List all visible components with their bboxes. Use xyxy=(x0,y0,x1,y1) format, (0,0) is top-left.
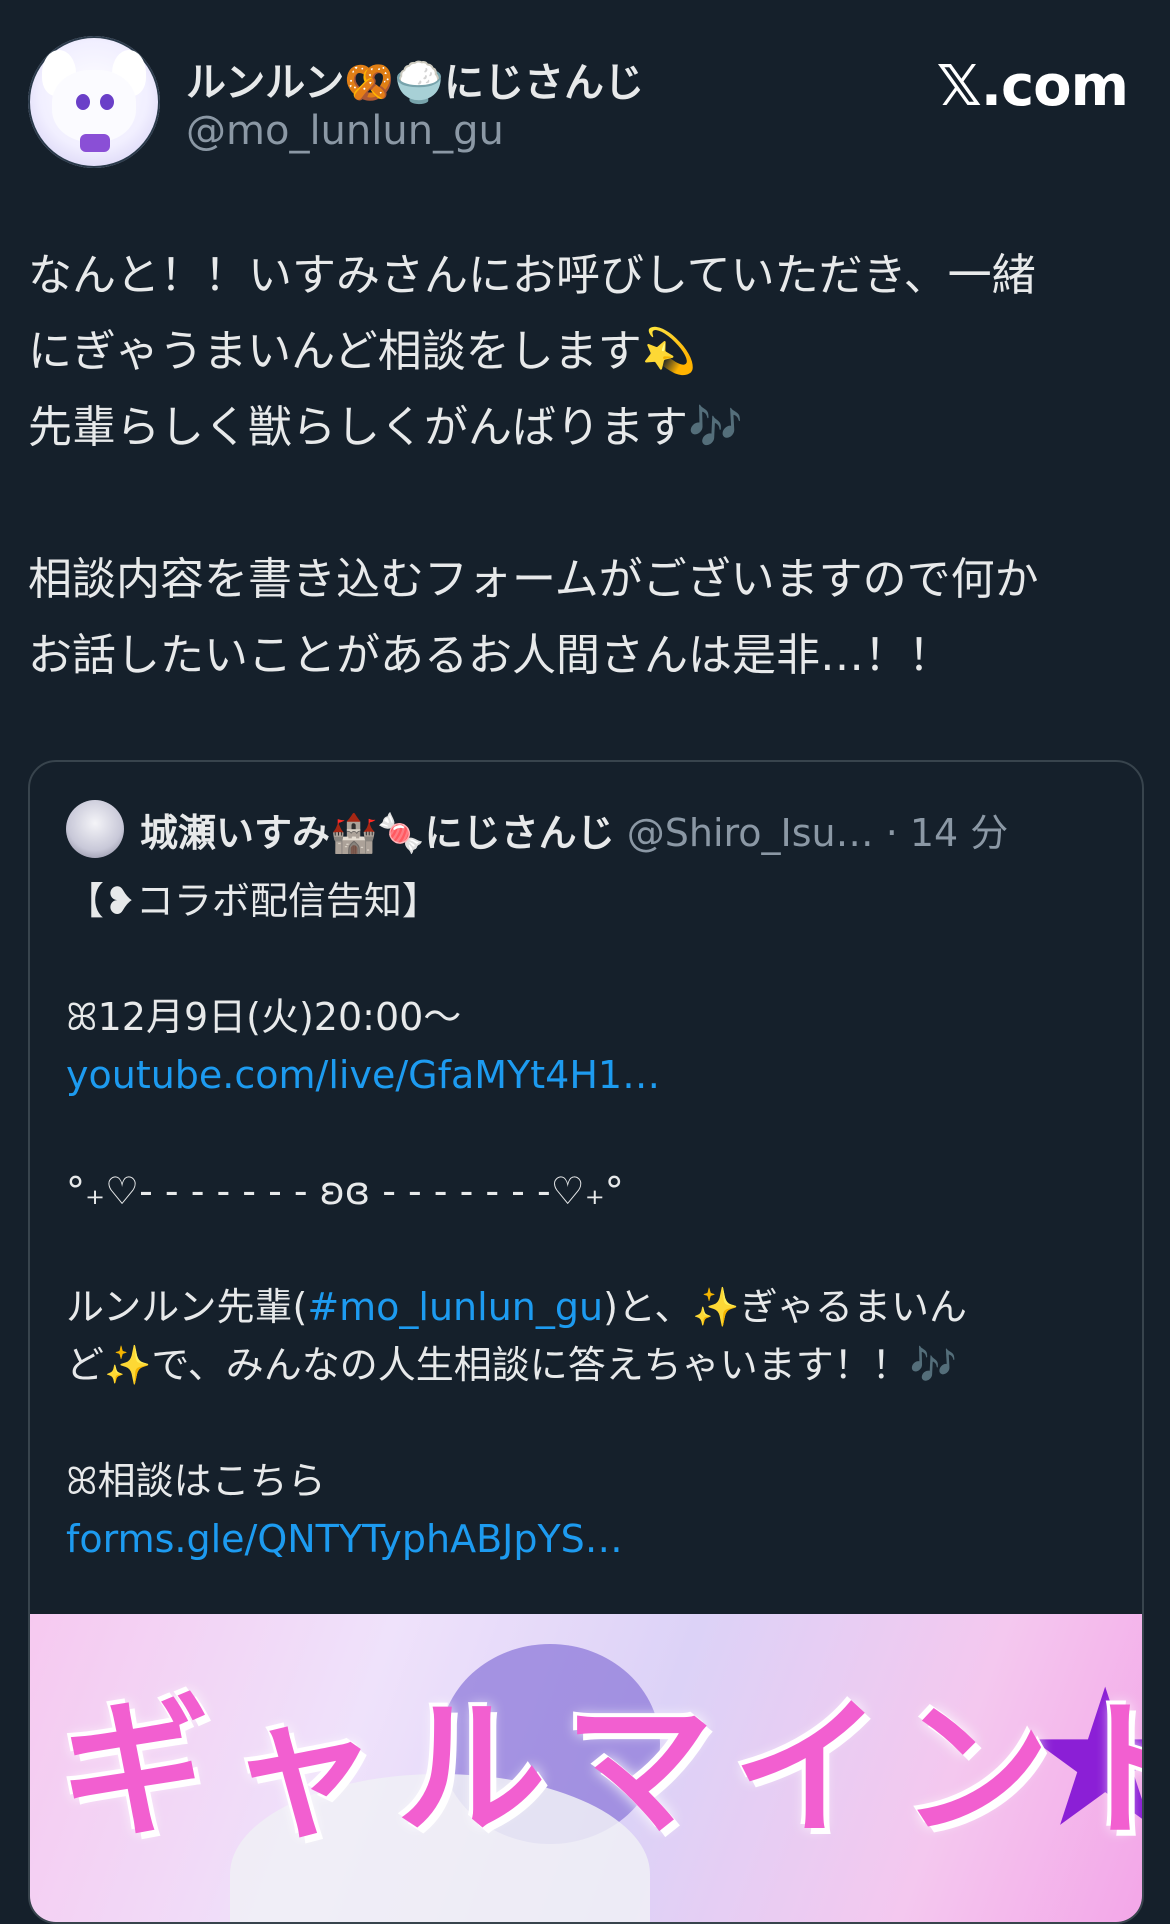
quoted-tweet[interactable]: 城瀬いすみ🏰🍬にじさんじ @Shiro_Isu… · 14 分 【❥コラボ配信告… xyxy=(28,760,1144,1924)
tweet-line: 相談内容を書き込むフォームがございますので何か xyxy=(28,554,1039,605)
quoted-body-line-2: ど✨で、みんなの人生相談に答えちゃいます！！🎶 xyxy=(66,1343,958,1387)
tweet-line: なんと！！いすみさんにお呼びしていただき、一緒 xyxy=(28,250,1036,301)
tweet-text: なんと！！いすみさんにお呼びしていただき、一緒 にぎゃうまいんど相談をします💫 … xyxy=(28,238,1142,694)
author-avatar[interactable] xyxy=(28,36,160,168)
quoted-author-handle[interactable]: @Shiro_Isu… xyxy=(627,811,874,855)
quoted-tweet-time[interactable]: · 14 分 xyxy=(886,811,1009,855)
tweet-header: ルンルン🥨🍚にじさんじ @mo_lunlun_gu 𝕏.com xyxy=(28,36,1142,172)
quoted-author-name[interactable]: 城瀬いすみ🏰🍬にじさんじ xyxy=(140,811,615,855)
quoted-title: 【❥コラボ配信告知】 xyxy=(66,879,440,923)
tweet-line: お話したいことがあるお人間さんは是非…！！ xyxy=(28,630,952,681)
quoted-body-line-1: ルンルン先輩(#mo_lunlun_gu)と、✨ぎゃるまいん xyxy=(66,1278,1106,1336)
tweet-line: 先輩らしく獣らしくがんばります🎶 xyxy=(28,402,743,453)
body-text: ルンルン先輩( xyxy=(66,1285,308,1329)
quoted-author-avatar[interactable] xyxy=(66,800,124,858)
avatar-eye-left xyxy=(76,94,90,110)
avatar-eye-right xyxy=(100,94,114,110)
tweet-line: にぎゃうまいんど相談をします💫 xyxy=(28,326,697,377)
quoted-tweet-body: 【❥コラボ配信告知】 ꕤ12月9日(火)20:00〜 youtube.com/l… xyxy=(66,872,1106,1568)
youtube-link[interactable]: youtube.com/live/GfaMYt4H1… xyxy=(66,1046,1106,1104)
body-text: )と、✨ぎゃるまいん xyxy=(603,1285,967,1329)
author-handle[interactable]: @mo_lunlun_gu xyxy=(186,108,504,154)
quoted-date-line: ꕤ12月9日(火)20:00〜 xyxy=(66,995,462,1039)
form-link[interactable]: forms.gle/QNTYTyphABJpYS… xyxy=(66,1510,1106,1568)
avatar-bow xyxy=(80,134,110,152)
quoted-tweet-header: 城瀬いすみ🏰🍬にじさんじ @Shiro_Isu… · 14 分 xyxy=(140,802,1008,857)
avatar-face xyxy=(52,70,136,142)
author-display-name[interactable]: ルンルン🥨🍚にじさんじ xyxy=(186,50,644,108)
hashtag-link[interactable]: #mo_lunlun_gu xyxy=(307,1285,603,1329)
quoted-form-label: ꕤ相談はこちら xyxy=(66,1459,326,1503)
banner-title: ギャルマインド xyxy=(60,1683,1142,1857)
quoted-media-image[interactable]: ★ ギャルマインド xyxy=(30,1614,1142,1922)
quoted-divider: °₊♡- - - - - - - ʚɞ - - - - - - -♡₊° xyxy=(66,1169,624,1213)
tweet-blank-line xyxy=(28,466,1142,542)
x-brand-logo: 𝕏.com xyxy=(936,54,1129,119)
